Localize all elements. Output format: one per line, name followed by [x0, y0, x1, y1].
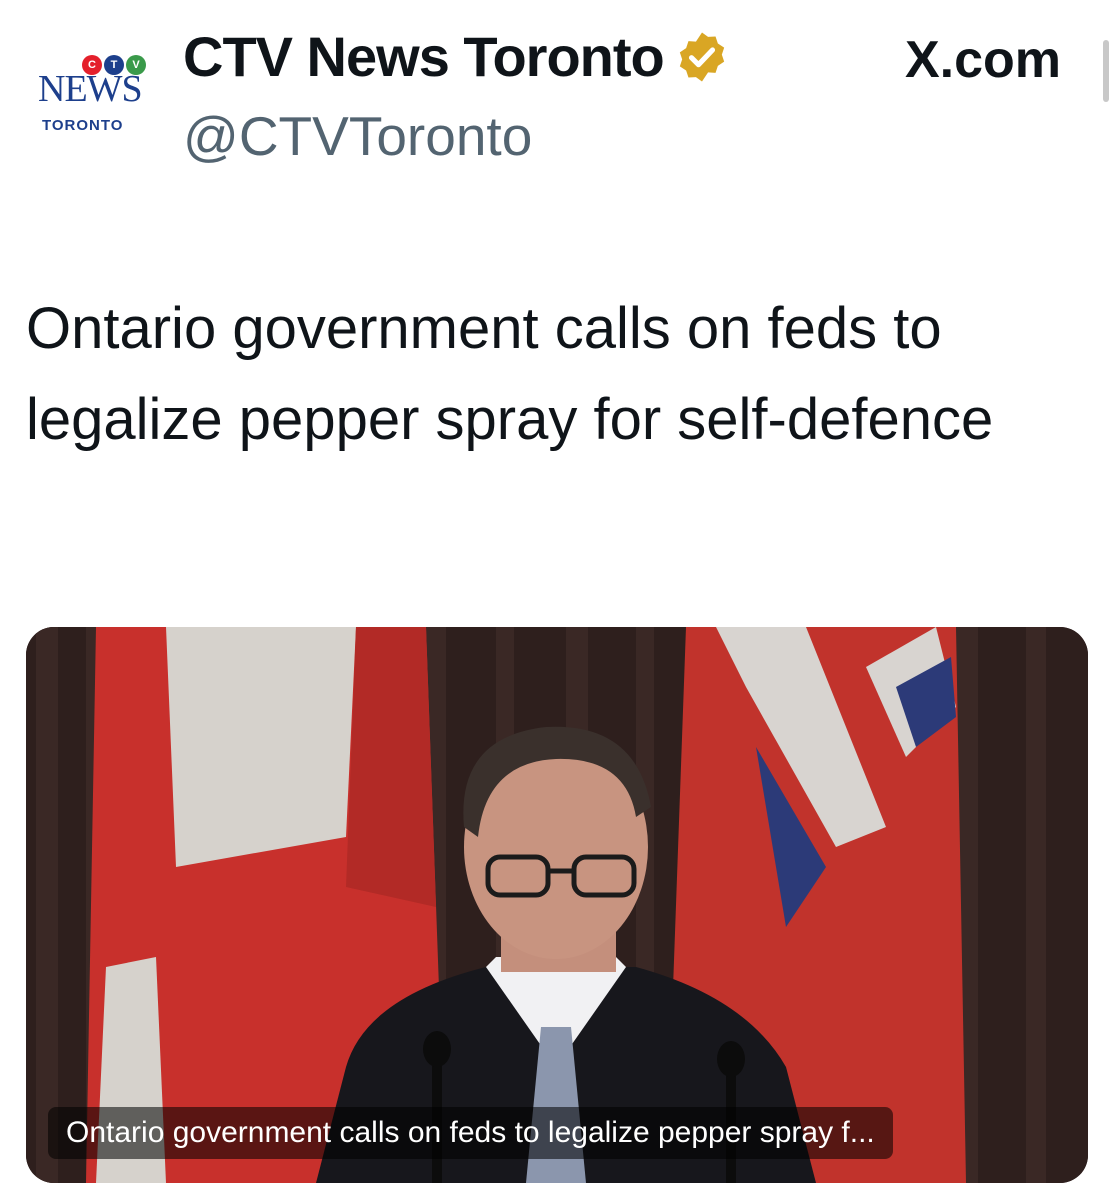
account-handle[interactable]: @CTVToronto: [183, 104, 532, 168]
verified-badge-icon: [679, 32, 724, 81]
logo-news-text: NEWS: [38, 68, 143, 110]
tweet-header: CTV NEWS TORONTO CTV News Toronto @CTVTo…: [0, 0, 1115, 200]
press-conference-photo: [26, 627, 1088, 1183]
logo-city-text: TORONTO: [42, 117, 124, 134]
tweet-headline: Ontario government calls on feds to lega…: [26, 296, 994, 452]
ctv-news-toronto-logo[interactable]: CTV NEWS TORONTO: [38, 55, 150, 135]
account-display-name[interactable]: CTV News Toronto: [183, 24, 665, 89]
media-card[interactable]: [26, 627, 1088, 1183]
account-name-row: CTV News Toronto: [183, 24, 730, 89]
site-label: X.com: [904, 31, 1061, 89]
media-caption: Ontario government calls on feds to lega…: [48, 1107, 893, 1159]
